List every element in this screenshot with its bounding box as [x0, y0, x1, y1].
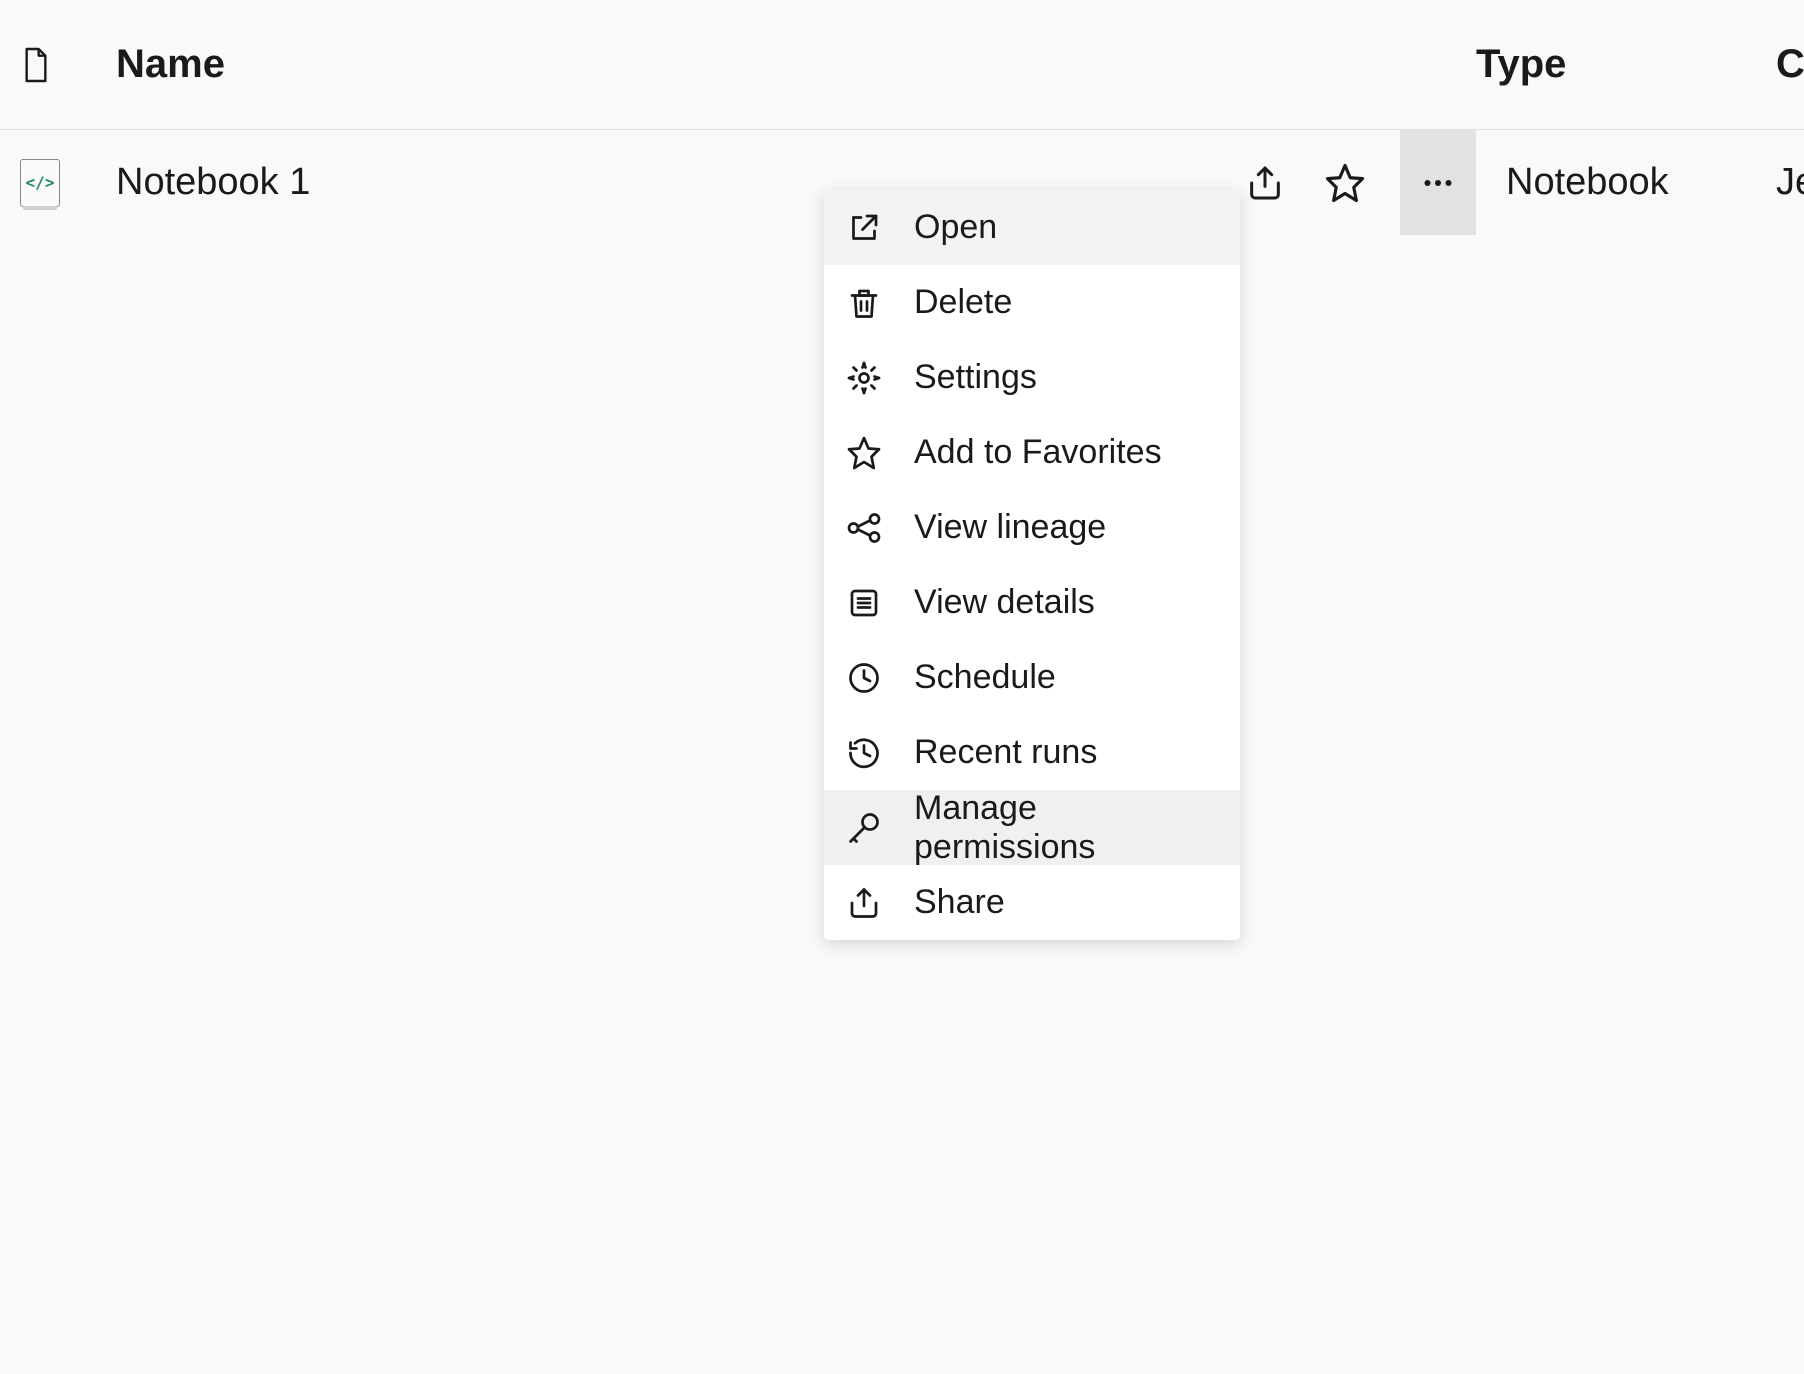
notebook-name-label: Notebook 1 [116, 161, 310, 204]
menu-item-lineage[interactable]: View lineage [824, 490, 1240, 565]
row-type: Notebook [1476, 161, 1776, 204]
key-icon [846, 810, 882, 846]
share-button[interactable] [1240, 158, 1290, 208]
open-external-icon [846, 210, 882, 246]
row-actions [1240, 130, 1476, 235]
menu-item-share[interactable]: Share [824, 865, 1240, 940]
gear-icon [846, 360, 882, 396]
menu-item-details[interactable]: View details [824, 565, 1240, 640]
menu-label: View lineage [914, 508, 1106, 547]
row-icon-cell [20, 159, 116, 207]
header-icon-cell [20, 45, 116, 85]
clock-icon [846, 660, 882, 696]
menu-label: Settings [914, 358, 1037, 397]
menu-label: Schedule [914, 658, 1056, 697]
menu-label: View details [914, 583, 1095, 622]
menu-item-schedule[interactable]: Schedule [824, 640, 1240, 715]
star-icon [1324, 162, 1366, 204]
favorite-button[interactable] [1320, 158, 1370, 208]
details-icon [846, 585, 882, 621]
trash-icon [846, 285, 882, 321]
file-icon [20, 45, 52, 85]
menu-item-settings[interactable]: Settings [824, 340, 1240, 415]
menu-label: Recent runs [914, 733, 1097, 772]
share-icon [846, 885, 882, 921]
more-options-button[interactable] [1400, 130, 1476, 235]
menu-label: Open [914, 208, 997, 247]
notebook-file-icon [20, 159, 60, 207]
column-header-extra[interactable]: C [1776, 42, 1804, 87]
menu-item-permissions[interactable]: Manage permissions [824, 790, 1240, 865]
menu-item-favorites[interactable]: Add to Favorites [824, 415, 1240, 490]
lineage-icon [846, 510, 882, 546]
more-horizontal-icon [1420, 165, 1456, 201]
menu-item-open[interactable]: Open [824, 190, 1240, 265]
menu-label: Delete [914, 283, 1012, 322]
star-icon [846, 435, 882, 471]
menu-item-delete[interactable]: Delete [824, 265, 1240, 340]
menu-label: Add to Favorites [914, 433, 1162, 472]
table-header: Name Type C [0, 0, 1804, 130]
history-icon [846, 735, 882, 771]
menu-label: Manage permissions [914, 789, 1218, 867]
menu-item-recent-runs[interactable]: Recent runs [824, 715, 1240, 790]
share-icon [1245, 163, 1285, 203]
column-header-type[interactable]: Type [1476, 42, 1776, 87]
menu-label: Share [914, 883, 1005, 922]
column-header-name[interactable]: Name [116, 42, 1476, 87]
row-extra: Jer [1776, 161, 1804, 204]
context-menu: Open Delete Settings [824, 190, 1240, 940]
